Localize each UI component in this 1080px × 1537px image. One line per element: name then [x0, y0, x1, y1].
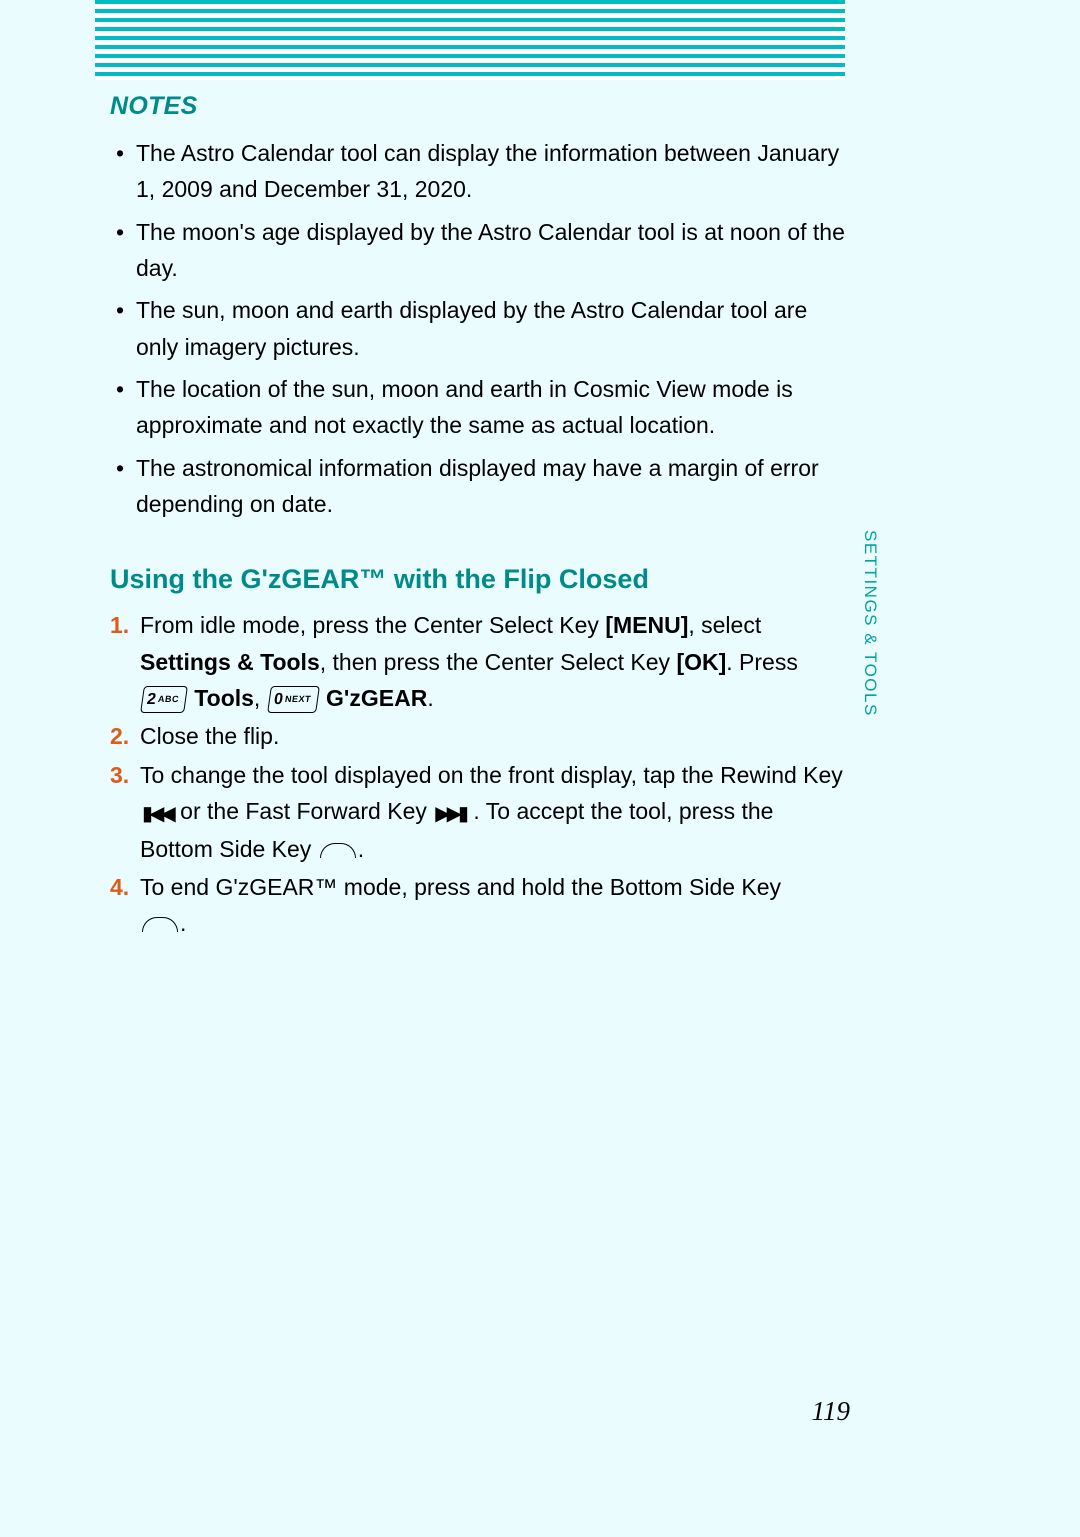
step-text: To end G'zGEAR™ mode, press and hold the… [140, 874, 781, 900]
bottom-side-key-icon [320, 843, 356, 858]
fast-forward-icon: ▶▶▮ [435, 799, 465, 831]
page-content: NOTES The Astro Calendar tool can displa… [110, 92, 850, 944]
ok-label: [OK] [676, 649, 726, 675]
note-item: The location of the sun, moon and earth … [116, 371, 850, 444]
step-number: 2. [110, 718, 129, 754]
step-item: 1. From idle mode, press the Center Sele… [110, 607, 850, 716]
step-text: or the Fast Forward Key [174, 798, 433, 824]
notes-heading: NOTES [110, 92, 850, 121]
step-text: . [427, 685, 433, 711]
step-text: . [180, 910, 186, 936]
note-item: The sun, moon and earth displayed by the… [116, 292, 850, 365]
step-text: To change the tool displayed on the fron… [140, 762, 843, 788]
step-number: 4. [110, 869, 129, 905]
step-number: 3. [110, 757, 129, 793]
tools-label: Tools [188, 685, 254, 711]
step-text: . [358, 836, 364, 862]
note-item: The astronomical information displayed m… [116, 450, 850, 523]
step-text: Close the flip. [140, 723, 279, 749]
settings-tools-label: Settings & Tools [140, 649, 320, 675]
note-item: The moon's age displayed by the Astro Ca… [116, 214, 850, 287]
note-item: The Astro Calendar tool can display the … [116, 135, 850, 208]
step-text: , select [688, 612, 761, 638]
bottom-side-key-icon [142, 917, 178, 932]
manual-page: NOTES The Astro Calendar tool can displa… [0, 0, 1080, 1537]
key-0next-icon: 0NEXT [267, 686, 320, 713]
page-number: 119 [812, 1396, 851, 1427]
step-text: . Press [726, 649, 798, 675]
menu-label: [MENU] [605, 612, 688, 638]
step-item: 3. To change the tool displayed on the f… [110, 757, 850, 867]
decorative-stripes [95, 0, 845, 80]
notes-list: The Astro Calendar tool can display the … [116, 135, 850, 522]
step-number: 1. [110, 607, 129, 643]
step-item: 2. Close the flip. [110, 718, 850, 754]
section-tab: SETTINGS & TOOLS [846, 530, 880, 830]
step-item: 4. To end G'zGEAR™ mode, press and hold … [110, 869, 850, 942]
steps-list: 1. From idle mode, press the Center Sele… [110, 607, 850, 941]
step-text: From idle mode, press the Center Select … [140, 612, 605, 638]
step-text: , then press the Center Select Key [320, 649, 677, 675]
rewind-icon: ▮◀◀ [142, 799, 172, 831]
key-2abc-icon: 2ABC [140, 686, 188, 713]
step-text: , [254, 685, 267, 711]
gzgear-label: G'zGEAR [320, 685, 428, 711]
section-heading: Using the G'zGEAR™ with the Flip Closed [110, 564, 850, 595]
